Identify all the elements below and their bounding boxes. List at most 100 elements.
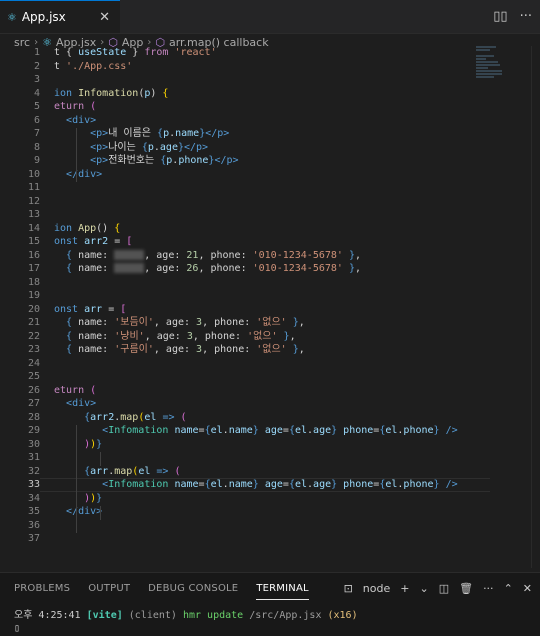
code-line[interactable]: ion App() { xyxy=(54,222,480,236)
code-line[interactable]: <p>나이는 {p.age}</p> xyxy=(54,141,480,155)
code-token: <p> xyxy=(90,155,109,166)
code-line[interactable]: <Infomation name={el.name} age={el.age} … xyxy=(40,478,490,492)
line-number: 6 xyxy=(33,114,40,126)
code-line[interactable]: ))} xyxy=(54,492,480,506)
code-line[interactable]: onst arr = [ xyxy=(54,303,480,317)
code-token: 내 이름은 xyxy=(108,128,158,139)
more-actions-icon[interactable]: ··· xyxy=(520,9,532,24)
code-line[interactable]: t './App.css' xyxy=(54,60,480,74)
line-number: 24 xyxy=(27,357,40,369)
code-token: /> xyxy=(445,425,458,436)
code-line[interactable] xyxy=(54,181,480,195)
chevron-down-icon[interactable]: ⌄ xyxy=(419,582,428,595)
tab-output[interactable]: OUTPUT xyxy=(88,583,130,594)
split-editor-icon[interactable]: ▯▯ xyxy=(493,9,507,24)
split-terminal-icon[interactable]: ◫ xyxy=(439,582,449,595)
code-token: { xyxy=(162,87,169,99)
code-line[interactable]: { name: , age: 26, phone: '010-1234-5678… xyxy=(54,262,480,276)
code-line[interactable]: </div> xyxy=(54,168,480,182)
code-line[interactable]: eturn ( xyxy=(54,100,480,114)
indent-guide xyxy=(100,506,101,520)
code-line[interactable]: { name: '구름이', age: 3, phone: '없으' }, xyxy=(54,343,480,357)
editor-tab-bar: ⚛ App.jsx ✕ ▯▯ ··· xyxy=(0,0,540,34)
code-token: </p> xyxy=(184,141,209,153)
code-token: , age: xyxy=(153,317,197,328)
code-token: age xyxy=(264,425,283,436)
code-token: './App.css' xyxy=(66,60,133,72)
code-line[interactable] xyxy=(54,195,480,209)
redacted-text xyxy=(114,249,145,260)
line-number: 13 xyxy=(27,209,40,220)
code-token: eturn xyxy=(54,101,91,112)
code-line[interactable] xyxy=(54,208,480,222)
chevron-up-icon[interactable]: ⌃ xyxy=(504,582,513,595)
code-token: ( xyxy=(174,465,181,477)
code-line[interactable]: {arr.map(el => ( xyxy=(54,465,480,479)
code-token: { xyxy=(288,479,295,490)
trash-icon[interactable]: 🗑 xyxy=(459,582,473,595)
code-token: , age: xyxy=(144,330,187,342)
code-token: </p> xyxy=(214,155,239,166)
code-line[interactable]: <p>전화번호는 {p.phone}</p> xyxy=(54,154,480,168)
code-line[interactable] xyxy=(54,289,480,303)
code-token: arr xyxy=(84,303,103,315)
terminal-shell-name[interactable]: node xyxy=(363,582,390,595)
line-number: 15 xyxy=(27,236,40,247)
terminal-message: hmr update xyxy=(182,610,244,621)
terminal-output[interactable]: 오후 4:25:41 [vite] (client) hmr update /s… xyxy=(14,609,358,635)
code-line[interactable]: <div> xyxy=(54,397,480,411)
minimap[interactable] xyxy=(476,46,528,566)
code-line[interactable]: <p>내 이름은 {p.name}</p> xyxy=(54,127,480,141)
code-line[interactable] xyxy=(54,357,480,371)
code-line[interactable] xyxy=(54,276,480,290)
code-line[interactable] xyxy=(54,73,480,87)
code-line[interactable] xyxy=(54,519,480,533)
redacted-text xyxy=(114,263,145,273)
tab-app-jsx[interactable]: ⚛ App.jsx ✕ xyxy=(0,0,120,33)
code-line[interactable]: <div> xyxy=(54,114,480,128)
code-token: [ xyxy=(120,303,127,315)
add-terminal-icon[interactable]: + xyxy=(400,582,409,595)
code-line[interactable]: { name: '보듬이', age: 3, phone: '없으' }, xyxy=(54,316,480,330)
terminal-time: 오후 4:25:41 xyxy=(14,610,81,621)
tab-terminal[interactable]: TERMINAL xyxy=(256,583,309,600)
vertical-scrollbar[interactable] xyxy=(531,46,540,568)
code-line[interactable]: ))} xyxy=(54,438,480,452)
code-token: age xyxy=(313,479,332,490)
code-line[interactable]: ion Infomation(p) { xyxy=(54,87,480,101)
code-line[interactable]: eturn ( xyxy=(54,384,480,398)
line-number-gutter: 1 2 3 4 5 6 7 8 9 10 11 12 13 14 15 16 17 18 19 20 21 22 23 24 2… xyxy=(0,46,40,546)
code-token: arr xyxy=(90,465,109,477)
code-token: t xyxy=(54,60,67,72)
line-number: 31 xyxy=(27,452,40,463)
tab-problems[interactable]: PROBLEMS xyxy=(14,583,70,594)
code-line[interactable] xyxy=(54,370,480,384)
code-token: => xyxy=(162,411,175,423)
code-line[interactable]: { name: , age: 21, phone: '010-1234-5678… xyxy=(54,249,480,263)
code-line[interactable]: </div> xyxy=(54,505,480,519)
code-line[interactable] xyxy=(54,451,480,465)
more-actions-icon[interactable]: ··· xyxy=(483,582,494,595)
code-line[interactable]: <Infomation name={el.name} age={el.age} … xyxy=(54,424,480,438)
code-line[interactable]: {arr2.map(el => ( xyxy=(54,411,480,425)
code-line[interactable]: onst arr2 = [ xyxy=(54,235,480,249)
code-token: name: xyxy=(72,330,115,342)
tab-debug-console[interactable]: DEBUG CONSOLE xyxy=(148,583,238,594)
close-icon[interactable]: ✕ xyxy=(523,582,532,595)
code-line[interactable]: t { useState } from 'react' xyxy=(54,46,480,60)
close-icon[interactable]: ✕ xyxy=(99,10,110,25)
line-number: 34 xyxy=(27,492,40,504)
code-token: from xyxy=(144,47,169,58)
code-token: = xyxy=(108,236,127,247)
code-line[interactable] xyxy=(54,532,480,546)
code-token: el xyxy=(385,425,398,436)
code-line[interactable]: { name: '냥비', age: 3, phone: '없으' }, xyxy=(54,330,480,344)
bottom-panel: PROBLEMS OUTPUT DEBUG CONSOLE TERMINAL ⊡… xyxy=(0,572,540,636)
code-editor[interactable]: t { useState } from 'react' t './App.css'… xyxy=(40,46,490,546)
code-token: < xyxy=(102,479,109,490)
indent-guide xyxy=(76,425,77,533)
